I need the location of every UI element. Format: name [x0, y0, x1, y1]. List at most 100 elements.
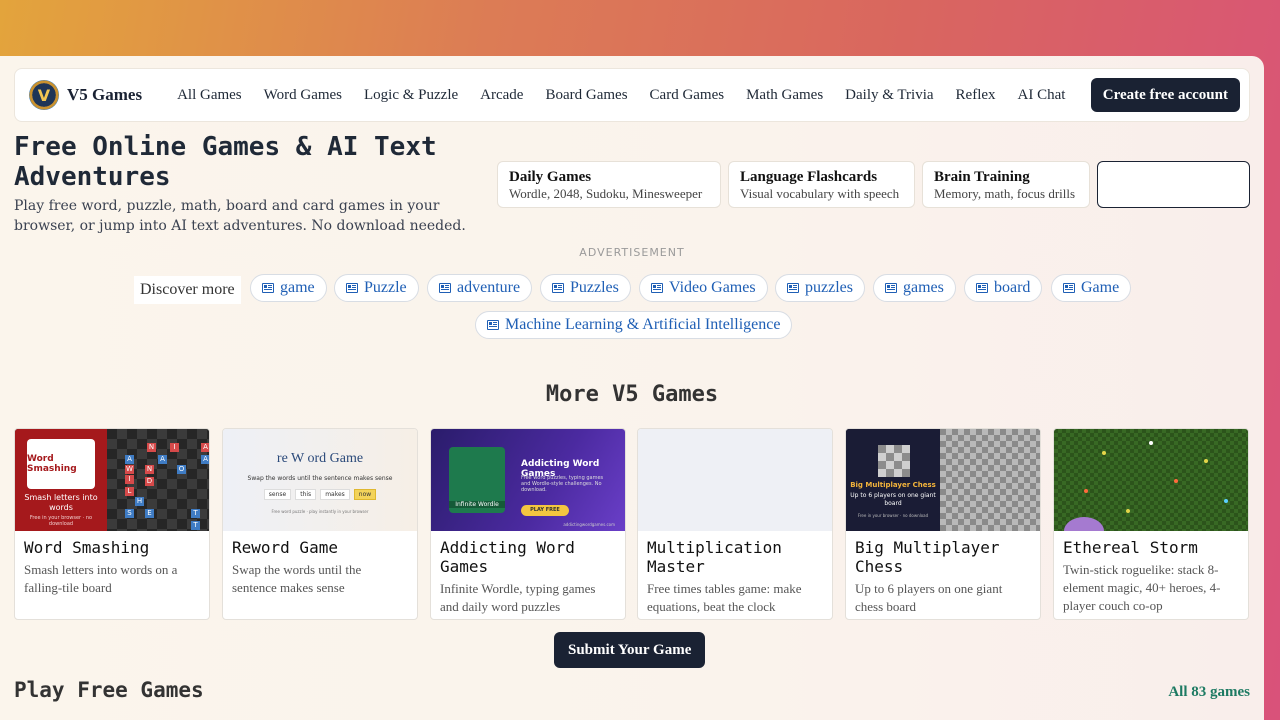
nav-math-games[interactable]: Math Games — [735, 87, 834, 104]
discover-more-label: Discover more — [134, 276, 241, 304]
nav-word-games[interactable]: Word Games — [253, 87, 353, 104]
letter-tile: H — [135, 497, 144, 506]
chip-board[interactable]: board — [964, 274, 1043, 302]
game-card-reword-game[interactable]: re W ord Game Swap the words until the s… — [222, 428, 418, 620]
advertisement-label: ADVERTISEMENT — [579, 246, 685, 259]
chip-label: games — [903, 279, 944, 296]
chip-game[interactable]: game — [250, 274, 327, 302]
letter-tile: I — [125, 475, 134, 484]
logo-icon: V — [29, 80, 59, 110]
game-card-ethereal-storm[interactable]: Ethereal Storm Twin-stick roguelike: sta… — [1053, 428, 1249, 620]
letter-tile: N — [147, 443, 156, 452]
article-icon — [1063, 283, 1075, 293]
chip-game-upper[interactable]: Game — [1051, 274, 1132, 302]
nav-daily-trivia[interactable]: Daily & Trivia — [834, 87, 944, 104]
chip-label: Puzzles — [570, 279, 619, 296]
letter-tile: E — [145, 509, 154, 518]
game-card-title: Multiplication Master — [647, 538, 782, 576]
thumbnail-logo: re W ord Game — [276, 451, 364, 466]
game-card-word-smashing[interactable]: Word Smashing Smash letters into words F… — [14, 428, 210, 620]
play-free-games-heading: Play Free Games — [14, 678, 204, 702]
quick-link-brain-training[interactable]: Brain Training Memory, math, focus drill… — [922, 161, 1090, 208]
chip-games[interactable]: games — [873, 274, 956, 302]
nav-ai-chat[interactable]: AI Chat — [1007, 87, 1077, 104]
letter-tile: N — [145, 465, 154, 474]
letter-tile: L — [125, 487, 134, 496]
game-card-multiplication-master[interactable]: Multiplication Master Free times tables … — [637, 428, 833, 620]
thumbnail-text: Free word puzzles, typing games and Word… — [521, 475, 604, 493]
chip-puzzles[interactable]: Puzzles — [540, 274, 631, 302]
game-thumbnail: Big Multiplayer Chess Up to 6 players on… — [846, 429, 1040, 531]
game-card-title: Addicting Word Games — [440, 538, 575, 576]
page-subtitle: Play free word, puzzle, math, board and … — [14, 198, 466, 234]
all-games-link[interactable]: All 83 games — [1168, 684, 1250, 701]
nav-arcade[interactable]: Arcade — [469, 87, 534, 104]
thumbnail-play-button: PLAY FREE — [521, 505, 569, 516]
article-icon — [346, 283, 358, 293]
nav-logic-puzzle[interactable]: Logic & Puzzle — [353, 87, 469, 104]
quick-link-empty[interactable] — [1097, 161, 1250, 208]
word-tile: sense — [263, 489, 292, 500]
letter-tile: A — [201, 455, 209, 464]
nav-card-games[interactable]: Card Games — [639, 87, 736, 104]
quick-link-desc: Visual vocabulary with speech — [740, 186, 900, 201]
nav-links: All Games Word Games Logic & Puzzle Arca… — [166, 87, 1091, 104]
article-icon — [651, 283, 663, 293]
chip-label: board — [994, 279, 1031, 296]
game-thumbnail: Word Smashing Smash letters into words F… — [15, 429, 209, 531]
chip-puzzle[interactable]: Puzzle — [334, 274, 419, 302]
game-card-title: Word Smashing — [24, 538, 150, 557]
game-card-title: Reword Game — [232, 538, 338, 557]
thumbnail-dot — [1174, 479, 1178, 483]
game-card-big-multiplayer-chess[interactable]: Big Multiplayer Chess Up to 6 players on… — [845, 428, 1041, 620]
brand-logo[interactable]: V V5 Games — [29, 80, 142, 110]
nav-reflex[interactable]: Reflex — [945, 87, 1007, 104]
chip-video-games[interactable]: Video Games — [639, 274, 768, 302]
chess-board — [940, 429, 1040, 531]
game-card-description: Infinite Wordle, typing games and daily … — [440, 581, 596, 614]
article-icon — [439, 283, 451, 293]
article-icon — [787, 283, 799, 293]
quick-link-language-flashcards[interactable]: Language Flashcards Visual vocabulary wi… — [728, 161, 915, 208]
game-card-title: Big Multiplayer Chess — [855, 538, 1000, 576]
quick-link-title: Brain Training — [934, 169, 1030, 185]
game-card-description: Free times tables game: make equations, … — [647, 581, 802, 614]
nav-all-games[interactable]: All Games — [166, 87, 253, 104]
chip-machine-learning[interactable]: Machine Learning & Artificial Intelligen… — [475, 311, 793, 339]
game-thumbnail: re W ord Game Swap the words until the s… — [223, 429, 417, 531]
word-tile: this — [295, 489, 317, 500]
thumbnail-effect — [1064, 517, 1104, 531]
top-nav: V V5 Games All Games Word Games Logic & … — [14, 68, 1250, 122]
chip-adventure[interactable]: adventure — [427, 274, 533, 302]
game-card-addicting-word-games[interactable]: Infinite Wordle Addicting Word Games Fre… — [430, 428, 626, 620]
thumbnail-footer: Free in your browser · no download — [857, 513, 929, 518]
chip-label: adventure — [457, 279, 521, 296]
game-card-description: Swap the words until the sentence makes … — [232, 562, 362, 595]
article-icon — [262, 283, 274, 293]
create-account-button[interactable]: Create free account — [1090, 78, 1240, 112]
quick-link-daily-games[interactable]: Daily Games Wordle, 2048, Sudoku, Minesw… — [497, 161, 721, 208]
thumbnail-url: addictingwordgames.com — [563, 522, 615, 527]
letter-tile: I — [170, 443, 179, 452]
nav-board-games[interactable]: Board Games — [534, 87, 638, 104]
chip-label: Puzzle — [364, 279, 407, 296]
thumbnail-word-row: sense this makes now — [223, 489, 417, 500]
chip-label: game — [280, 279, 315, 296]
thumbnail-dot — [1149, 441, 1153, 445]
game-card-description: Up to 6 players on one giant chess board — [855, 581, 1003, 614]
chip-puzzles-lower[interactable]: puzzles — [775, 274, 865, 302]
thumbnail-tagline: Swap the words until the sentence makes … — [247, 475, 393, 482]
submit-game-button[interactable]: Submit Your Game — [554, 632, 706, 668]
game-card-description: Twin-stick roguelike: stack 8-element ma… — [1063, 562, 1221, 613]
quick-link-title: Daily Games — [509, 169, 592, 185]
game-thumbnail: Infinite Wordle Addicting Word Games Fre… — [431, 429, 625, 531]
thumbnail-dot — [1126, 509, 1130, 513]
page-title: Free Online Games & AI Text Adventures — [14, 132, 437, 192]
letter-tile: W — [125, 465, 134, 474]
chess-pieces-icon — [878, 445, 910, 477]
chip-label: Video Games — [669, 279, 756, 296]
article-icon — [552, 283, 564, 293]
thumbnail-tagline: Up to 6 players on one giant board — [850, 492, 936, 507]
main-panel: V V5 Games All Games Word Games Logic & … — [0, 56, 1264, 720]
letter-tile: O — [177, 465, 186, 474]
